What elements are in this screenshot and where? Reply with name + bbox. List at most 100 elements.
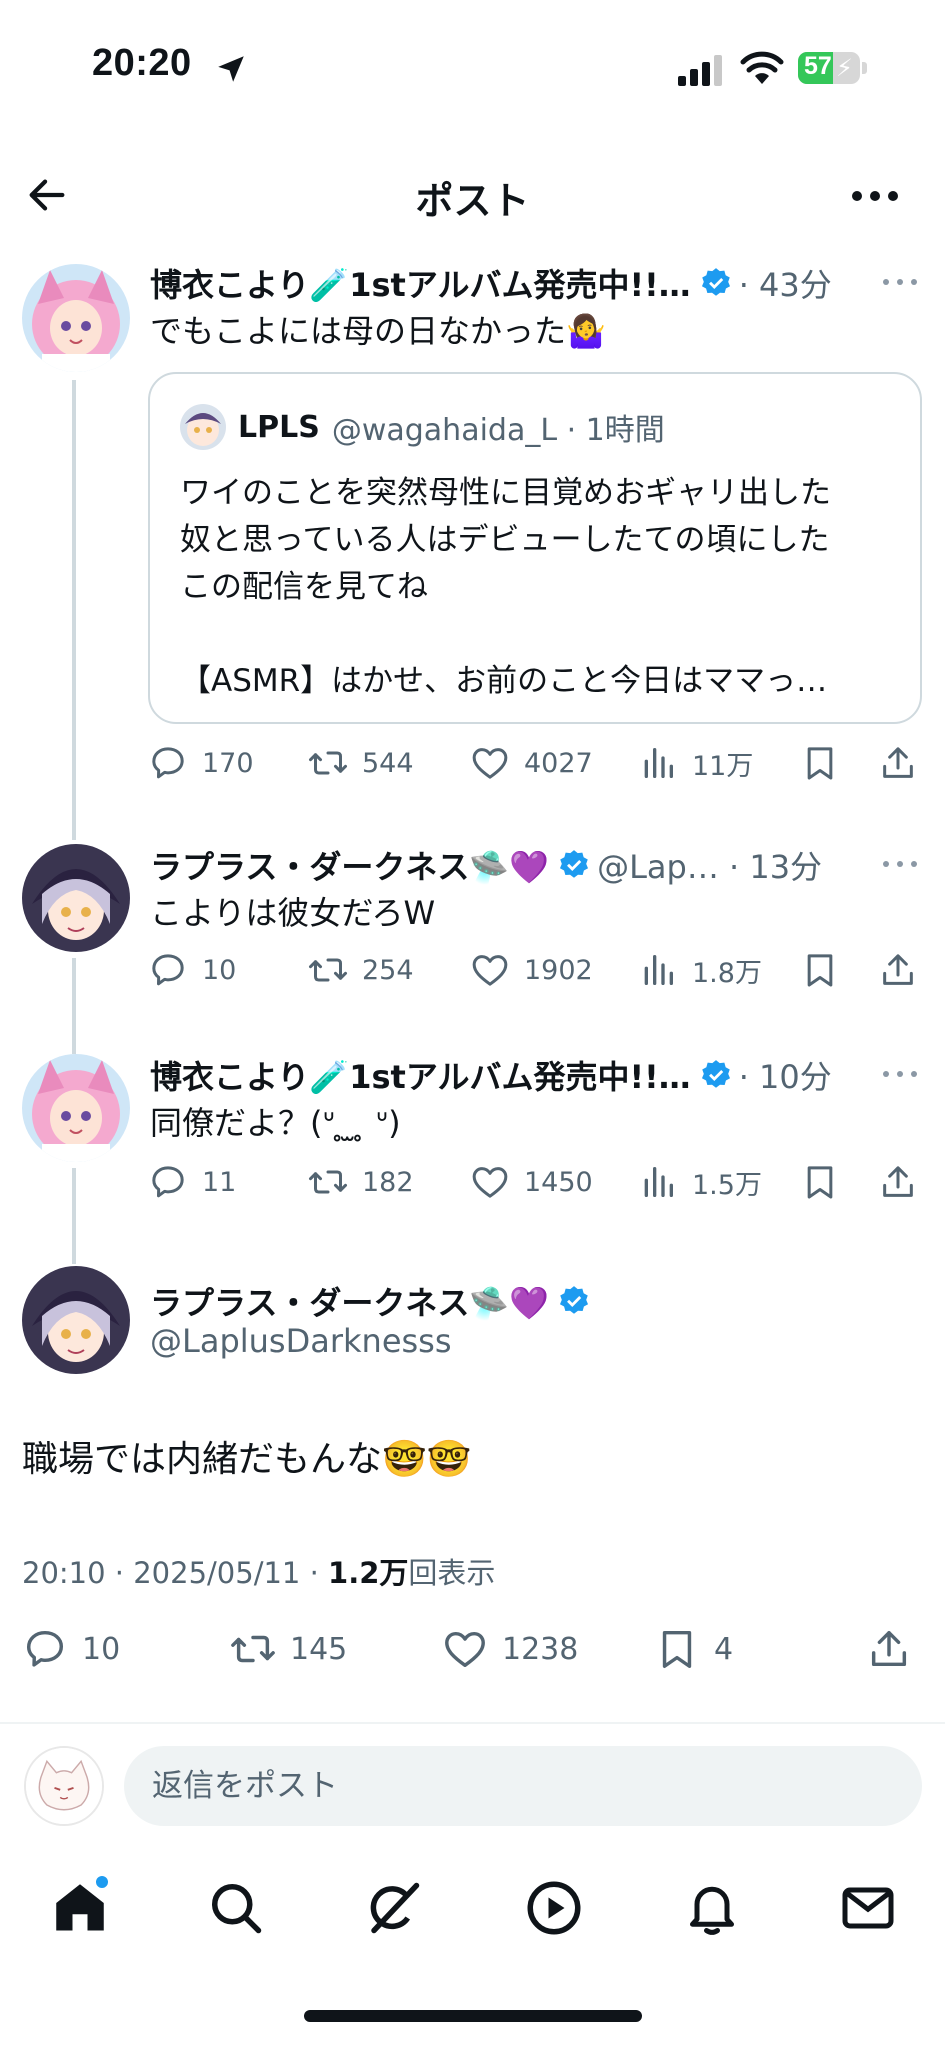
author-name[interactable]: ラプラス・ダークネス🛸💜 xyxy=(150,842,549,888)
avatar[interactable] xyxy=(22,844,130,952)
reply-icon xyxy=(152,1166,184,1198)
avatar[interactable] xyxy=(22,264,130,372)
reply-count: 170 xyxy=(202,747,254,779)
author-name[interactable]: ラプラス・ダークネス🛸💜 xyxy=(150,1278,549,1324)
status-time: 20:20 xyxy=(92,42,192,84)
bookmark-button[interactable] xyxy=(800,950,840,994)
reply-input[interactable]: 返信をポスト xyxy=(124,1746,922,1826)
main-tweet-text: 職場では内緒だもんな🤓🤓 xyxy=(22,1439,472,1480)
retweet-button[interactable]: 544 xyxy=(308,743,414,783)
wifi-icon xyxy=(740,51,784,84)
retweet-button[interactable]: 182 xyxy=(308,1162,414,1202)
home-indicator xyxy=(304,2010,642,2022)
more-icon[interactable] xyxy=(880,1064,920,1084)
grok-icon xyxy=(370,1882,420,1934)
tweet-text: 同僚だよ？(ᐡ ̥ ̫ ̥ ᐡ) xyxy=(150,1104,401,1142)
reply-button[interactable]: 10 xyxy=(22,1626,120,1672)
retweet-icon xyxy=(309,958,347,982)
reply-button[interactable]: 10 xyxy=(148,950,236,990)
tweet-text: こよりは彼女だろW xyxy=(150,894,436,932)
like-icon xyxy=(472,748,508,779)
retweet-count: 182 xyxy=(362,1166,414,1198)
battery-icon: 57 ⚡ xyxy=(798,50,868,86)
bookmark-icon xyxy=(662,1630,692,1668)
like-button[interactable]: 4027 xyxy=(470,743,593,783)
bookmark-icon xyxy=(807,954,833,987)
like-button[interactable]: 1450 xyxy=(470,1162,593,1202)
avatar xyxy=(180,404,226,450)
tab-search[interactable] xyxy=(206,1878,266,1938)
avatar[interactable] xyxy=(22,1266,130,1374)
retweet-button[interactable]: 145 xyxy=(230,1626,347,1672)
tab-grok[interactable] xyxy=(364,1878,424,1938)
like-count: 1450 xyxy=(524,1166,593,1198)
reply-count: 11 xyxy=(202,1166,237,1198)
share-icon xyxy=(871,1630,907,1667)
tab-home[interactable] xyxy=(50,1874,110,1938)
notification-dot xyxy=(94,1874,110,1890)
share-button[interactable] xyxy=(878,950,918,994)
retweet-icon xyxy=(309,1170,347,1194)
views-icon xyxy=(644,1167,673,1197)
quoted-author-meta: @wagahaida_L · 1時間 xyxy=(331,413,665,448)
bookmark-button[interactable]: 4 xyxy=(654,1626,733,1672)
share-button[interactable] xyxy=(878,743,918,787)
reply-button[interactable]: 11 xyxy=(148,1162,236,1202)
tab-messages[interactable] xyxy=(838,1878,898,1938)
thread-line xyxy=(72,958,76,1054)
like-button[interactable]: 1902 xyxy=(470,950,593,990)
divider xyxy=(0,1722,945,1724)
quoted-tweet[interactable]: LPLS @wagahaida_L · 1時間 ワイのことを突然母性に目覚めおギ… xyxy=(148,372,922,724)
views-count: 11万 xyxy=(692,750,754,782)
reply-icon xyxy=(152,747,184,779)
tweet-time[interactable]: @Lap… · 13分 xyxy=(597,842,822,888)
quoted-tweet-header: LPLS @wagahaida_L · 1時間 xyxy=(180,404,665,450)
main-tweet-meta: 20:10 · 2025/05/11 · 1.2万回表示 xyxy=(22,1550,495,1592)
more-icon[interactable] xyxy=(880,272,920,292)
bookmark-button[interactable] xyxy=(800,1162,840,1206)
author-name[interactable]: 博衣こより🧪1stアルバム発売中!!… xyxy=(150,1052,691,1098)
bookmark-button[interactable] xyxy=(800,743,840,787)
retweet-count: 544 xyxy=(362,747,414,779)
quoted-line: 【ASMR】はかせ、お前のこと今日はママっ… xyxy=(180,663,828,699)
tab-notifications[interactable] xyxy=(682,1878,742,1938)
share-button[interactable] xyxy=(866,1626,912,1676)
verified-badge-icon xyxy=(560,850,589,878)
messages-icon xyxy=(842,1887,894,1929)
author-handle[interactable]: @LaplusDarknesss xyxy=(150,1322,452,1360)
like-button[interactable]: 1238 xyxy=(442,1626,578,1672)
tweet-time[interactable]: · 10分 xyxy=(739,1052,832,1098)
views-button[interactable]: 1.8万 xyxy=(638,950,762,990)
retweet-button[interactable]: 254 xyxy=(308,950,414,990)
avatar[interactable] xyxy=(22,1054,130,1162)
quoted-line: 奴と思っている人はデビューしたての頃にした xyxy=(180,522,830,558)
quoted-line: ワイのことを突然母性に目覚めおギャリ出した xyxy=(180,475,831,511)
retweet-count: 254 xyxy=(362,954,414,986)
retweet-icon xyxy=(309,751,347,775)
like-count: 1902 xyxy=(524,954,593,986)
quoted-line: この配信を見てね xyxy=(180,569,428,605)
like-icon xyxy=(472,1167,508,1198)
tweet-time[interactable]: · 43分 xyxy=(739,260,832,306)
top-nav: ポスト xyxy=(0,150,945,240)
tweet-actions: 10 254 1902 1.8万 xyxy=(148,950,922,996)
more-icon[interactable] xyxy=(848,178,902,214)
reply-button[interactable]: 170 xyxy=(148,743,254,783)
verified-badge-icon xyxy=(701,268,730,296)
share-icon xyxy=(883,1166,913,1197)
quoted-author-name: LPLS xyxy=(238,409,320,445)
author-name[interactable]: 博衣こより🧪1stアルバム発売中!!… xyxy=(150,260,691,306)
page-title: ポスト xyxy=(415,179,530,223)
tab-video[interactable] xyxy=(524,1878,584,1938)
avatar[interactable] xyxy=(24,1746,104,1826)
verified-badge-icon xyxy=(560,1286,589,1314)
views-button[interactable]: 11万 xyxy=(638,743,753,783)
reply-count: 10 xyxy=(82,1631,121,1667)
post-timestamp: 20:10 · 2025/05/11 · xyxy=(22,1556,329,1590)
share-button[interactable] xyxy=(878,1162,918,1206)
video-icon xyxy=(527,1881,581,1935)
more-icon[interactable] xyxy=(880,854,920,874)
views-icon xyxy=(644,955,673,985)
views-button[interactable]: 1.5万 xyxy=(638,1162,762,1202)
views-icon xyxy=(644,748,673,778)
